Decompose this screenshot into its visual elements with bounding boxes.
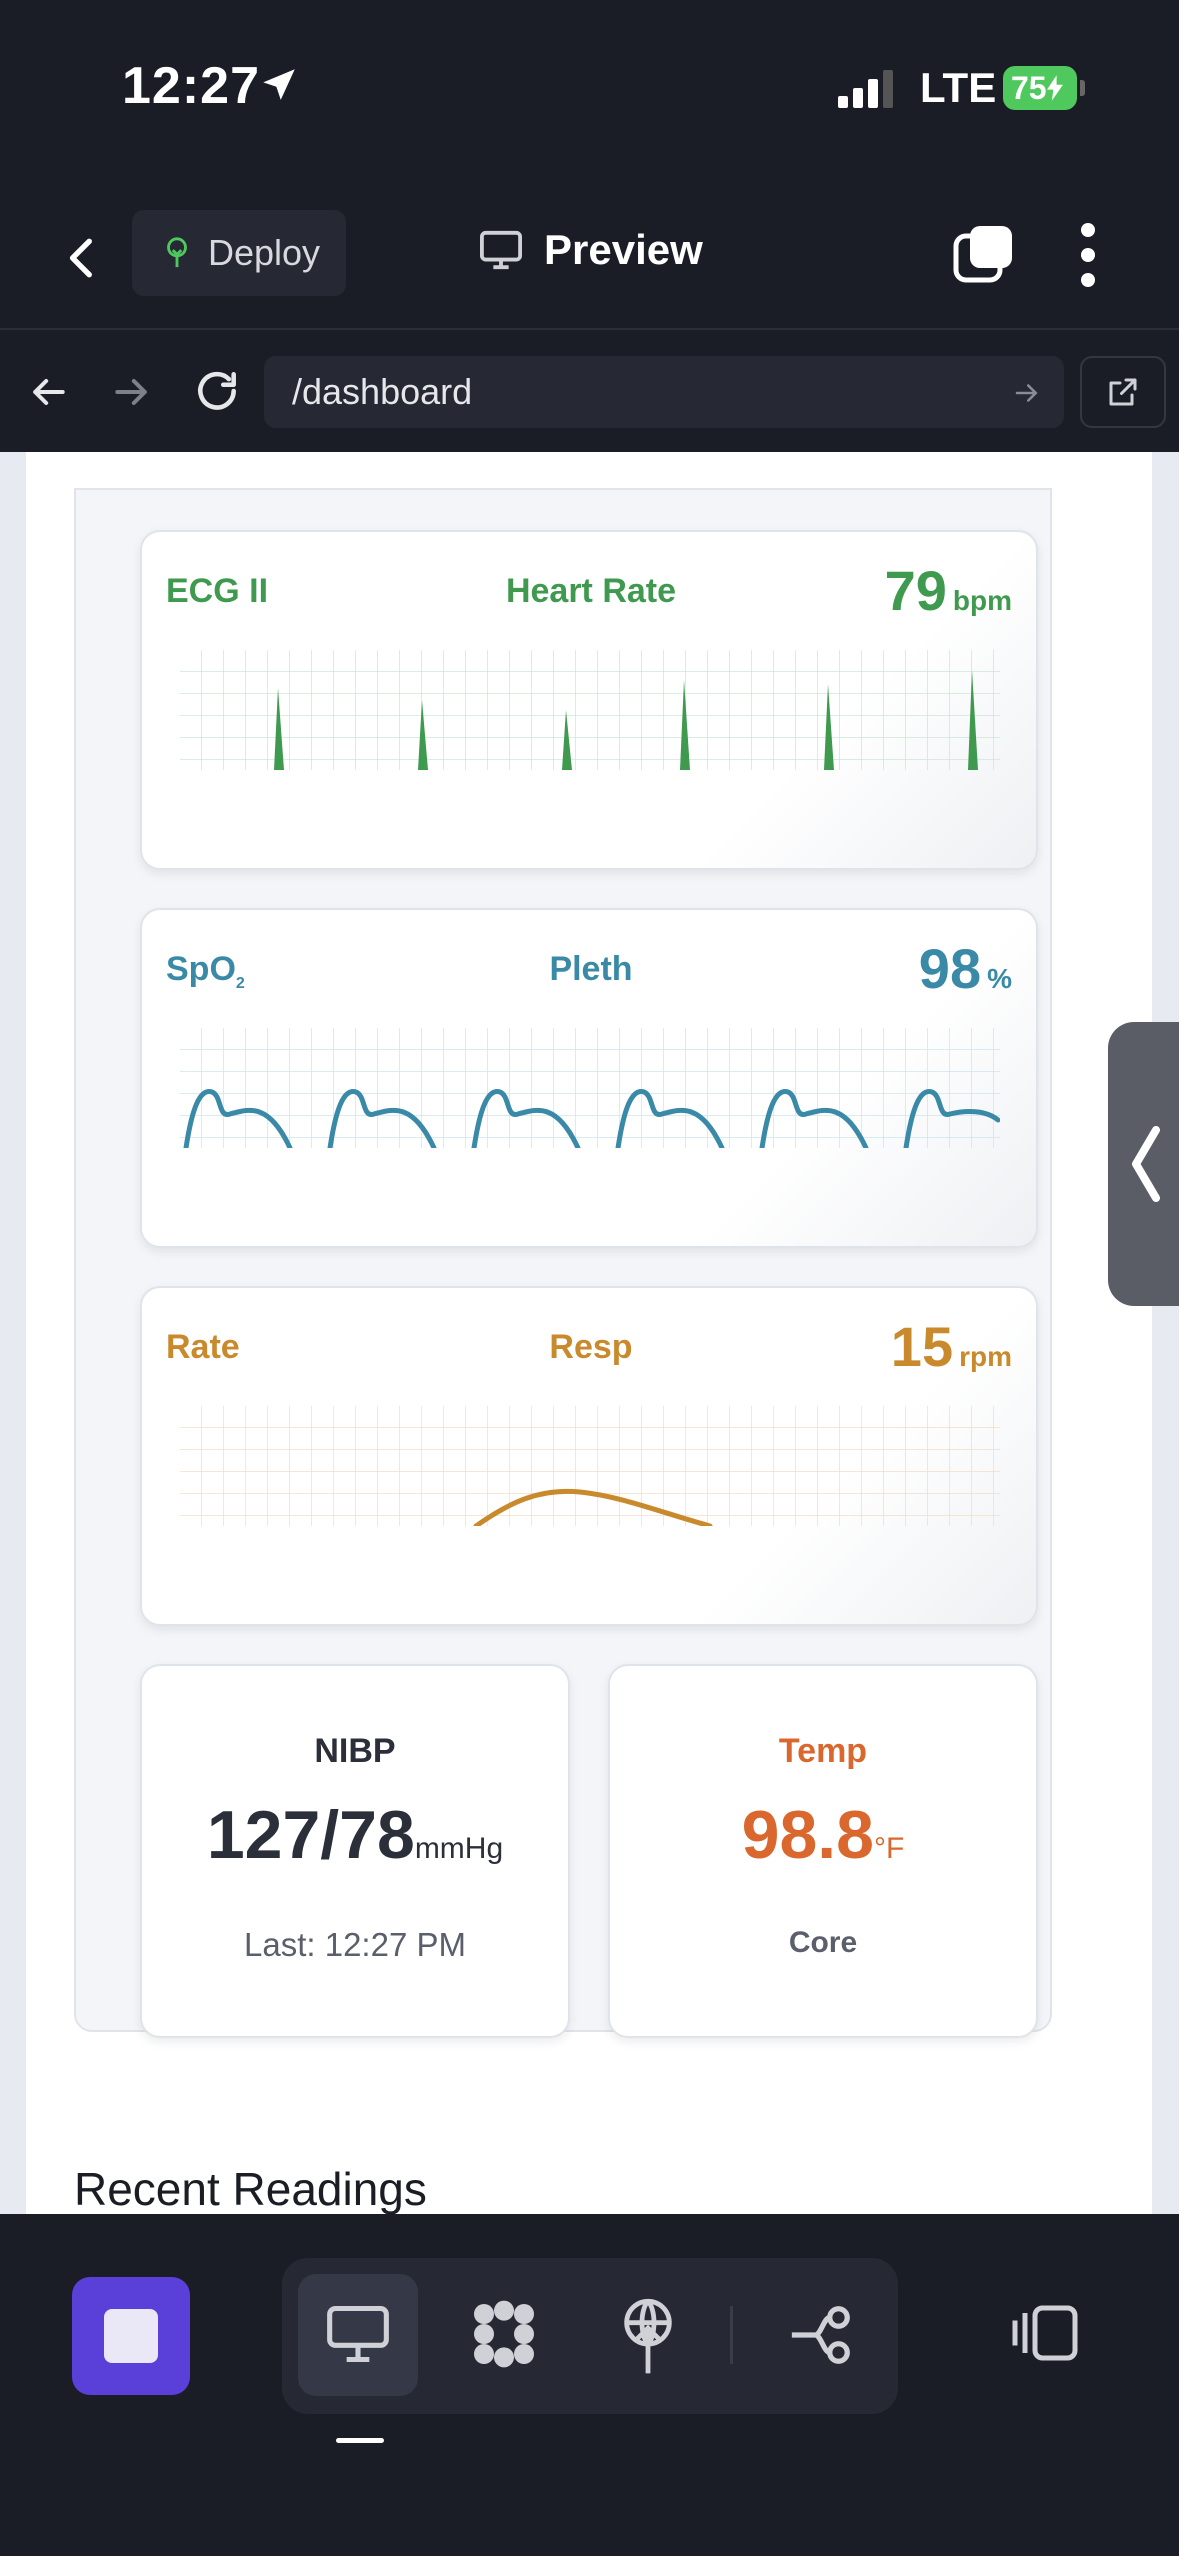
reload-icon[interactable] (192, 366, 242, 416)
temp-card: Temp 98.8°F Core (608, 1664, 1038, 2038)
view-switcher (282, 2258, 898, 2414)
resp-card: Rate Resp 15 rpm (140, 1286, 1038, 1626)
url-field[interactable]: /dashboard (264, 356, 1064, 428)
preview-tab[interactable]: Preview (478, 226, 703, 274)
deploy-label: Deploy (208, 232, 321, 273)
url-path: /dashboard (292, 371, 473, 412)
app-header: Deploy Preview (0, 190, 1179, 330)
temp-value: 98.8°F (610, 1796, 1036, 1874)
arrow-left-icon[interactable] (26, 370, 70, 414)
nibp-number: 127/78 (206, 1797, 415, 1873)
arrow-right-icon[interactable] (110, 370, 154, 414)
antenna-icon[interactable] (616, 2294, 680, 2378)
temp-number: 98.8 (741, 1797, 875, 1873)
url-bar: /dashboard (0, 332, 1179, 452)
monitor-icon[interactable] (324, 2302, 392, 2366)
deploy-button[interactable]: Deploy (132, 210, 346, 296)
location-arrow-icon (263, 69, 295, 100)
side-drawer-handle[interactable] (1108, 1022, 1179, 1306)
ecg-card: ECG II Heart Rate 79 bpm (140, 530, 1038, 870)
external-link-icon (1109, 378, 1137, 406)
more-vertical-icon[interactable] (1078, 220, 1098, 290)
stop-icon (104, 2309, 158, 2363)
status-time: 12:27 (122, 57, 260, 115)
nibp-value: 127/78mmHg (142, 1796, 568, 1874)
preview-viewport: ECG II Heart Rate 79bpm SpO2 Pleth 98% (0, 452, 1179, 2214)
battery-cap (1080, 80, 1085, 96)
temp-unit: °F (874, 1832, 905, 1865)
active-tab-indicator (336, 2438, 384, 2443)
signal-icon (838, 70, 893, 108)
stop-button[interactable] (72, 2277, 190, 2395)
flower-icon[interactable] (464, 2294, 544, 2374)
battery-level: 75 (1011, 69, 1047, 106)
nibp-title: NIBP (314, 1732, 396, 1770)
heart-rate-number: 79 (884, 559, 947, 622)
go-arrow-icon[interactable] (1012, 378, 1042, 408)
tabs-icon[interactable] (952, 224, 1014, 286)
preview-label: Preview (544, 226, 703, 273)
temp-title: Temp (778, 1732, 868, 1770)
sprout-icon (167, 237, 187, 268)
status-bar: 12:27 LTE 75 (0, 0, 1179, 180)
nibp-last-reading: Last: 12:27 PM (244, 1926, 466, 1963)
resp-unit: rpm (959, 1341, 1012, 1372)
nibp-card: NIBP 127/78mmHg Last: 12:27 PM (140, 1664, 570, 2038)
external-link-button[interactable] (1080, 356, 1166, 428)
pleth-waveform (180, 1028, 1000, 1148)
ecg-waveform (180, 650, 1000, 770)
bottom-toolbar (0, 2214, 1179, 2556)
panel-top-bar (74, 452, 1052, 490)
temp-site: Core (788, 1926, 858, 1959)
charging-bolt-icon (1046, 75, 1063, 101)
resp-number: 15 (890, 1315, 954, 1378)
pleth-title: Pleth (549, 950, 633, 988)
monitor-icon (480, 230, 522, 270)
nibp-unit: mmHg (414, 1832, 504, 1865)
toolbar-separator (730, 2306, 733, 2364)
heart-rate-unit: bpm (952, 585, 1012, 616)
spo2-card: SpO2 Pleth 98% (140, 908, 1038, 1248)
chevron-left-icon (1132, 1126, 1160, 1202)
battery-indicator: 75 (1003, 66, 1077, 110)
heart-rate-value: 79 bpm (885, 558, 1012, 623)
network-type: LTE (920, 64, 997, 111)
workflow-icon[interactable] (786, 2300, 856, 2370)
chevron-left-icon[interactable] (58, 230, 108, 286)
spo2-number: 98 (918, 937, 982, 1000)
resp-value: 15 rpm (891, 1314, 1012, 1379)
panel-icon[interactable] (1010, 2302, 1080, 2364)
recent-readings-heading: Recent Readings (74, 2163, 427, 2214)
spo2-value: 98% (919, 936, 1012, 1001)
resp-waveform (180, 1406, 1000, 1526)
spo2-unit: % (987, 963, 1012, 994)
